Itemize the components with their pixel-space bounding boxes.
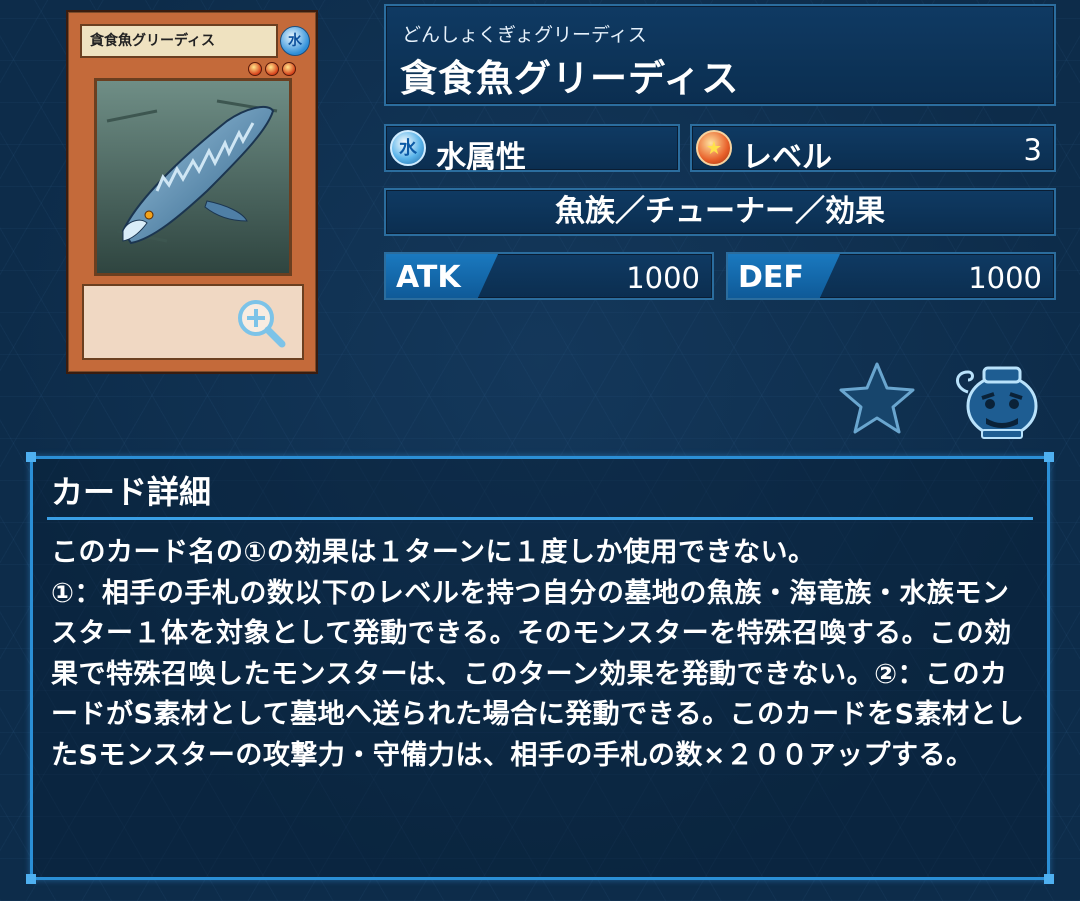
level-label: レベル <box>742 140 832 175</box>
pot-of-greed-icon[interactable] <box>952 358 1042 440</box>
divider <box>47 517 1033 520</box>
card-name: 貪食魚グリーディス <box>400 57 740 100</box>
corner-marker <box>1044 452 1054 462</box>
card-image[interactable]: 貪食魚グリーディス 水 <box>66 10 318 374</box>
attribute-label: 水属性 <box>436 140 526 175</box>
corner-marker <box>26 452 36 462</box>
card-footer-line <box>84 359 302 366</box>
type-panel: 魚族／チューナー／効果 <box>384 188 1056 236</box>
card-name-reading: どんしょくぎょグリーディス <box>402 24 647 46</box>
card-image-level-stars <box>248 62 296 76</box>
card-image-attribute-icon: 水 <box>280 26 310 56</box>
card-detail-heading: カード詳細 <box>51 473 212 511</box>
corner-marker <box>26 874 36 884</box>
corner-marker <box>1044 874 1054 884</box>
level-value: 3 <box>1023 133 1042 167</box>
def-value: 1000 <box>968 261 1042 295</box>
atk-panel: ATK 1000 <box>384 252 714 300</box>
level-star-icon: ★ <box>696 130 732 166</box>
water-attribute-icon: 水 <box>390 130 426 166</box>
def-label: DEF <box>738 260 804 295</box>
card-image-name: 貪食魚グリーディス <box>80 24 278 58</box>
level-star-icon <box>282 62 296 76</box>
level-panel: ★ レベル 3 <box>690 124 1056 175</box>
attribute-panel: 水 水属性 <box>384 124 680 175</box>
card-name-panel: どんしょくぎょグリーディス 貪食魚グリーディス <box>384 4 1056 106</box>
atk-label: ATK <box>396 260 461 295</box>
card-text-box <box>82 284 304 360</box>
level-star-icon <box>248 62 262 76</box>
level-star-icon <box>265 62 279 76</box>
atk-value: 1000 <box>626 261 700 295</box>
card-detail-box: カード詳細 このカード名の①の効果は１ターンに１度しか使用できない。 ①：相手の… <box>26 452 1054 884</box>
def-panel: DEF 1000 <box>726 252 1056 300</box>
zoom-in-icon[interactable] <box>234 296 288 350</box>
card-artwork <box>94 78 292 276</box>
star-icon[interactable] <box>838 360 916 436</box>
card-type-line: 魚族／チューナー／効果 <box>555 194 885 229</box>
card-effect-text: このカード名の①の効果は１ターンに１度しか使用できない。 ①：相手の手札の数以下… <box>51 537 1025 771</box>
